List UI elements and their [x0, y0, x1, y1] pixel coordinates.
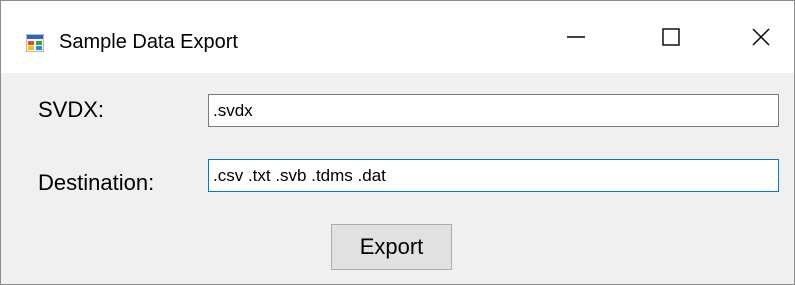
minimize-icon	[565, 26, 587, 53]
destination-label: Destination:	[38, 170, 155, 195]
close-icon	[750, 26, 772, 53]
svdx-label: SVDX:	[38, 97, 105, 122]
maximize-button[interactable]	[641, 15, 701, 63]
window-title: Sample Data Export	[59, 31, 238, 53]
export-button[interactable]: Export	[331, 224, 452, 270]
minimize-button[interactable]	[546, 15, 606, 63]
maximize-icon	[660, 26, 682, 53]
title-bar[interactable]: Sample Data Export	[1, 1, 794, 73]
svdx-input[interactable]	[208, 94, 779, 127]
destination-input[interactable]	[208, 159, 779, 192]
sample-data-export-window: Sample Data Export SVDX: .svdx Destinati…	[0, 0, 795, 285]
windows-form-icon	[25, 33, 45, 53]
close-button[interactable]	[731, 15, 791, 63]
